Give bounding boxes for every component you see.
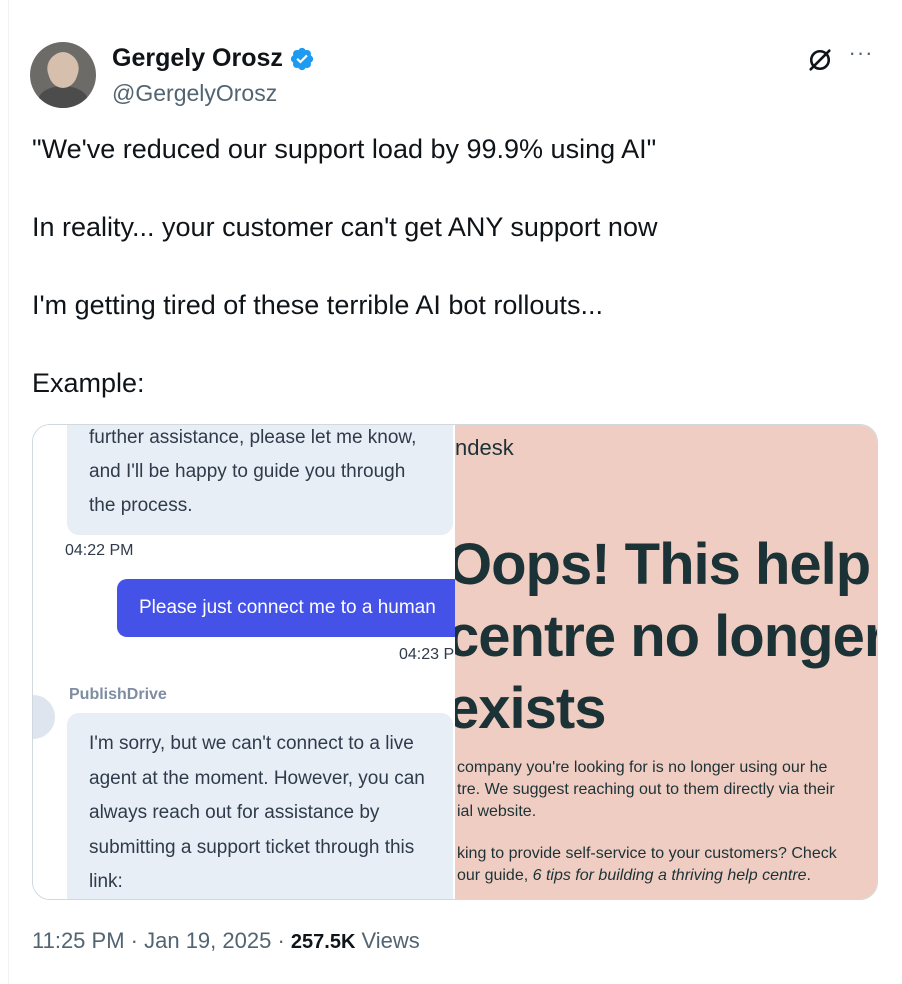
- tweet-line: I'm getting tired of these terrible AI b…: [32, 290, 603, 320]
- help-centre-cta: king to provide self-service to your cus…: [457, 843, 837, 887]
- body-line: ial website.: [457, 803, 537, 820]
- views-count: 257.5K: [290, 931, 356, 953]
- author-name[interactable]: Gergely Orosz: [112, 44, 283, 73]
- message-timestamp: 04:23 P: [399, 646, 455, 663]
- help-centre-screenshot: ndesk Oops! This help centre no longer e…: [455, 425, 877, 899]
- tweet-date[interactable]: Jan 19, 2025: [144, 928, 271, 953]
- tweet-line: Example:: [32, 368, 145, 398]
- message-line: further assistance, please let me know,: [89, 427, 417, 448]
- title-line: Oops! This help: [455, 532, 871, 597]
- author-avatar[interactable]: [30, 42, 96, 108]
- message-line: link:: [89, 871, 123, 892]
- author-handle[interactable]: @GergelyOrosz: [112, 80, 277, 107]
- author-name-row: Gergely Orosz: [112, 44, 315, 73]
- tweet-footer: 11:25 PM · Jan 19, 2025 · 257.5K Views: [32, 928, 420, 954]
- verified-badge-icon: [290, 47, 314, 70]
- chat-screenshot: further assistance, please let me know, …: [33, 425, 455, 899]
- body-line: company you're looking for is no longer …: [457, 759, 828, 776]
- tweet-line: In reality... your customer can't get AN…: [32, 212, 658, 242]
- body-line: tre. We suggest reaching out to them dir…: [457, 781, 835, 798]
- message-line: I'm sorry, but we can't connect to a liv…: [89, 733, 414, 754]
- message-line: always reach out for assistance by: [89, 802, 380, 823]
- avatar-shirt: [38, 86, 88, 108]
- grok-icon[interactable]: [806, 46, 834, 74]
- avatar-face: [48, 52, 78, 88]
- message-line: submitting a support ticket through this: [89, 836, 415, 858]
- tweet-line: "We've reduced our support load by 99.9%…: [32, 134, 657, 164]
- bot-avatar: [33, 695, 55, 739]
- separator: ·: [271, 928, 291, 953]
- separator: ·: [124, 928, 145, 953]
- help-centre-body: company you're looking for is no longer …: [457, 757, 835, 823]
- body-prefix: our guide,: [457, 867, 533, 884]
- bot-message-bubble: further assistance, please let me know, …: [67, 425, 453, 535]
- body-suffix: .: [806, 867, 811, 884]
- brand-text: ndesk: [455, 435, 514, 460]
- tweet-header: Gergely Orosz @GergelyOrosz ···: [30, 40, 880, 112]
- guide-link-text: 6 tips for building a thriving help cent…: [532, 867, 807, 884]
- bot-name: PublishDrive: [69, 686, 167, 703]
- message-line: the process.: [89, 495, 193, 516]
- message-line: and I'll be happy to guide you through: [89, 461, 406, 482]
- bot-message-bubble: I'm sorry, but we can't connect to a liv…: [67, 713, 453, 899]
- message-timestamp: 04:22 PM: [65, 542, 134, 559]
- body-line: our guide, 6 tips for building a thrivin…: [457, 865, 837, 887]
- title-line: centre no longer: [455, 604, 877, 669]
- tweet-media-image[interactable]: further assistance, please let me know, …: [32, 424, 878, 900]
- message-line: agent at the moment. However, you can: [89, 767, 425, 789]
- tweet-text: "We've reduced our support load by 99.9%…: [32, 130, 872, 402]
- body-line: king to provide self-service to your cus…: [457, 845, 837, 862]
- tweet-time[interactable]: 11:25 PM: [32, 928, 125, 953]
- more-options-icon[interactable]: ···: [846, 42, 876, 72]
- left-divider: [8, 0, 9, 984]
- help-centre-title: Oops! This help centre no longer exists: [455, 529, 877, 745]
- user-message-bubble: Please just connect me to a human: [117, 579, 455, 637]
- title-line: exists: [455, 676, 606, 741]
- views-label: Views: [355, 928, 420, 953]
